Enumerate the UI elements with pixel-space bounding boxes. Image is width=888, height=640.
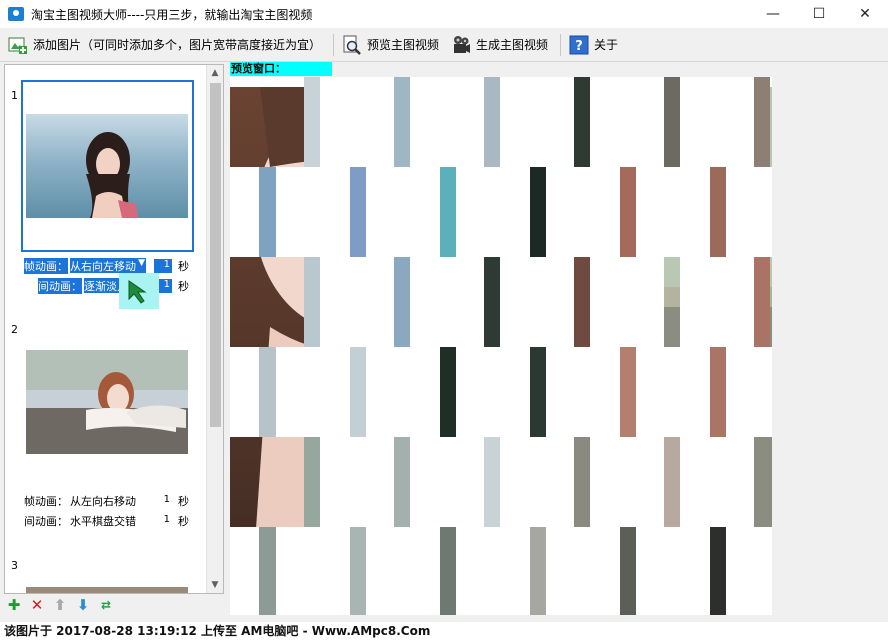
thumbnail-image[interactable]	[26, 114, 188, 218]
preview-window	[230, 77, 772, 615]
seconds-unit: 秒	[178, 279, 189, 293]
chevron-down-icon: ▼	[138, 258, 145, 268]
toolbar-separator	[560, 33, 562, 56]
thumbnail-image[interactable]	[26, 350, 188, 454]
seconds-unit: 秒	[178, 494, 189, 508]
frame-animation-select[interactable]: 从右向左移动 ▼	[70, 258, 146, 273]
item-number: 2	[11, 323, 18, 336]
frame-animation-select[interactable]: 从左向右移动	[70, 493, 146, 508]
scroll-thumb[interactable]	[210, 83, 221, 427]
window-controls: — ☐ ✕	[750, 0, 888, 28]
about-button[interactable]: ? 关于	[569, 32, 618, 58]
generate-button[interactable]: 生成主图视频	[451, 32, 548, 58]
minimize-button[interactable]: —	[750, 0, 796, 28]
item-number: 1	[11, 89, 18, 102]
transition-animation-label: 间动画：	[24, 514, 68, 528]
frame-animation-label: 帧动画：	[24, 257, 68, 274]
image-list-actions: ✚ ✕ ⬆ ⬇ ⇄	[6, 596, 114, 614]
add-image-icon	[8, 35, 28, 55]
scrollbar[interactable]: ▲ ▼	[206, 65, 223, 593]
add-icon[interactable]: ✚	[6, 596, 22, 614]
delete-icon[interactable]: ✕	[29, 596, 45, 614]
title-bar: 淘宝主图视频大师----只用三步，就输出淘宝主图视频 — ☐ ✕	[0, 0, 888, 28]
scroll-up-icon[interactable]: ▲	[207, 65, 223, 81]
transition-overlay	[230, 77, 772, 615]
status-bar: 该图片于 2017-08-28 13:19:12 上传至 AM电脑吧 - Www…	[0, 622, 888, 640]
add-images-label: 添加图片（可同时添加多个，图片宽带高度接近为宜）	[33, 38, 322, 52]
toolbar: 添加图片（可同时添加多个，图片宽带高度接近为宜） 预览主图视频 生成主图视频 ?…	[0, 28, 888, 62]
thumbnail-image[interactable]	[26, 587, 188, 593]
magnifier-document-icon	[342, 35, 362, 55]
frame-seconds-input[interactable]: 1	[154, 258, 172, 273]
transition-animation-row: 间动画： 逐渐淡入 1 秒	[38, 277, 189, 294]
seconds-unit: 秒	[178, 259, 189, 273]
close-button[interactable]: ✕	[842, 0, 888, 28]
svg-text:?: ?	[575, 39, 583, 54]
toolbar-separator	[333, 33, 335, 56]
transition-animation-label: 间动画：	[38, 277, 82, 294]
preview-window-label: 预览窗口：	[230, 62, 332, 76]
scroll-down-icon[interactable]: ▼	[207, 577, 223, 593]
transition-animation-row: 间动画： 水平棋盘交错 1 秒	[24, 512, 189, 529]
about-label: 关于	[594, 38, 619, 52]
frame-seconds-input[interactable]: 1	[154, 494, 172, 508]
move-down-icon[interactable]: ⬇	[75, 596, 91, 614]
transition-animation-select[interactable]: 水平棋盘交错	[70, 513, 146, 528]
preview-label: 预览主图视频	[367, 38, 440, 52]
app-icon	[8, 7, 24, 21]
preview-button[interactable]: 预览主图视频	[342, 32, 439, 58]
window-title: 淘宝主图视频大师----只用三步，就输出淘宝主图视频	[31, 7, 313, 22]
shuffle-icon[interactable]: ⇄	[98, 597, 114, 613]
frame-animation-row: 帧动画： 从左向右移动 1 秒	[24, 492, 189, 509]
image-list-panel[interactable]: 1 帧动画： 从右向左移动 ▼ 1 秒 间动画： 逐渐淡入 1 秒 2 帧动画：…	[4, 64, 224, 594]
maximize-button[interactable]: ☐	[796, 0, 842, 28]
transition-seconds-input[interactable]: 1	[154, 514, 172, 528]
frame-animation-row: 帧动画： 从右向左移动 ▼ 1 秒	[24, 257, 189, 274]
seconds-unit: 秒	[178, 514, 189, 528]
frame-animation-label: 帧动画：	[24, 494, 68, 508]
item-number: 3	[11, 559, 18, 572]
generate-label: 生成主图视频	[476, 38, 549, 52]
help-icon: ?	[569, 35, 589, 55]
cursor-highlight	[119, 273, 159, 309]
move-up-icon[interactable]: ⬆	[52, 596, 68, 614]
add-images-button[interactable]: 添加图片（可同时添加多个，图片宽带高度接近为宜）	[8, 32, 321, 58]
film-camera-icon	[451, 35, 471, 55]
